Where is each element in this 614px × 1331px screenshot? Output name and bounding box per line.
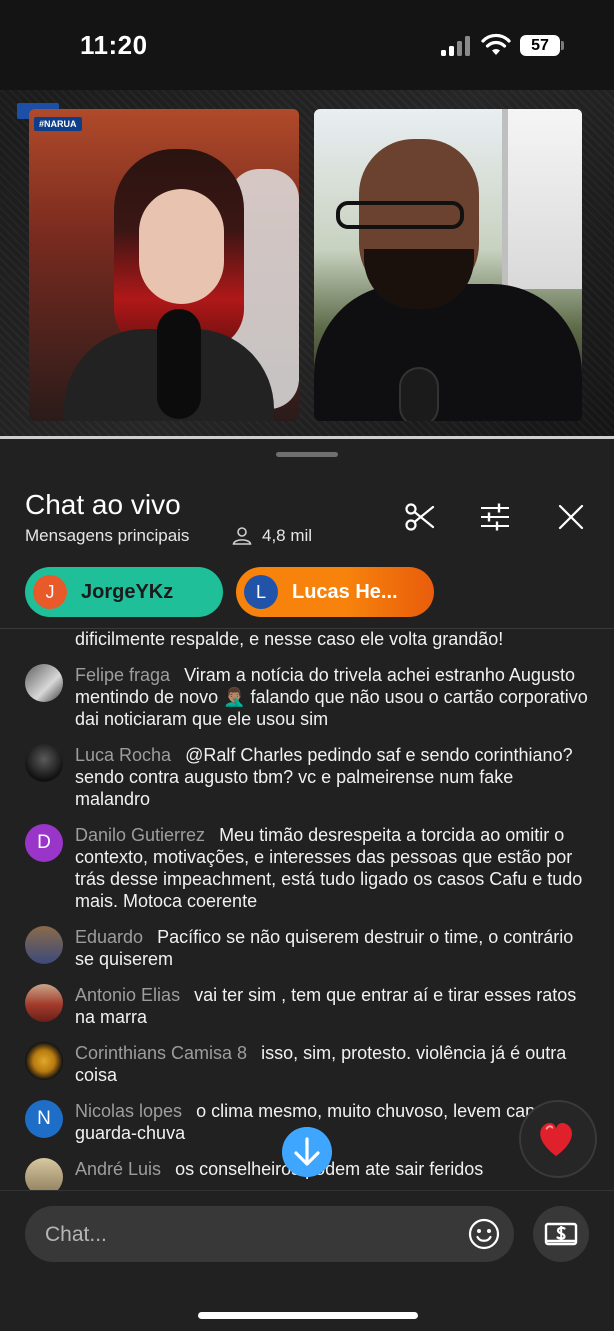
- heart-icon: [540, 1123, 572, 1157]
- dollar-icon: [544, 1222, 578, 1246]
- divider: [0, 1190, 614, 1191]
- super-chat-button[interactable]: [533, 1206, 589, 1262]
- person-icon: [232, 527, 252, 545]
- chat-filter-label[interactable]: Mensagens principais: [25, 526, 189, 546]
- status-bar: 11:20 57: [0, 0, 614, 90]
- avatar: J: [33, 575, 67, 609]
- chat-title: Chat ao vivo: [25, 489, 181, 520]
- drag-handle[interactable]: [276, 452, 338, 457]
- message-text: Luca Rocha @Ralf Charles pedindo saf e se…: [75, 744, 590, 810]
- message-text: Felipe fraga Viram a notícia do trivela a…: [75, 664, 590, 730]
- avatar[interactable]: [25, 1042, 63, 1080]
- message-author[interactable]: Luca Rocha: [75, 745, 171, 765]
- chip-username: Lucas He...: [292, 580, 398, 603]
- message-author[interactable]: Corinthians Camisa 8: [75, 1043, 247, 1063]
- scissors-icon[interactable]: [404, 501, 436, 533]
- avatar[interactable]: [25, 744, 63, 782]
- heart-reaction-button[interactable]: [519, 1100, 597, 1178]
- video-feed-right: [314, 109, 582, 421]
- message-text: Antonio Elias vai ter sim , tem que entra…: [75, 984, 590, 1028]
- avatar[interactable]: [25, 984, 63, 1022]
- signal-icon: [441, 36, 471, 56]
- message-text: dificilmente respalde, e nesse caso ele …: [75, 629, 504, 649]
- wifi-icon: [481, 33, 511, 55]
- battery-tip: [561, 41, 564, 50]
- viewer-count: 4,8 mil: [262, 526, 313, 545]
- message-text: Corinthians Camisa 8 isso, sim, protesto.…: [75, 1042, 590, 1086]
- chip-username: JorgeYKz: [81, 580, 174, 603]
- pinned-user-chip[interactable]: L Lucas He...: [236, 567, 434, 617]
- message-text: André Luis os conselheiros podem ate sair…: [75, 1158, 590, 1180]
- chat-panel: Chat ao vivo Mensagens principais 4,8 mi…: [0, 439, 614, 1331]
- avatar[interactable]: [25, 1158, 63, 1190]
- message-author[interactable]: Danilo Gutierrez: [75, 825, 205, 845]
- avatar[interactable]: D: [25, 824, 63, 862]
- close-icon[interactable]: [555, 501, 587, 533]
- status-time: 11:20: [80, 30, 148, 60]
- avatar[interactable]: [25, 664, 63, 702]
- message-author[interactable]: André Luis: [75, 1159, 161, 1179]
- message-text: Eduardo Pacífico se não quiserem destruir…: [75, 926, 590, 970]
- message-author[interactable]: Antonio Elias: [75, 985, 180, 1005]
- scroll-to-bottom-button[interactable]: [282, 1127, 332, 1177]
- message-text: Nicolas lopes o clima mesmo, muito chuvos…: [75, 1100, 590, 1144]
- live-video[interactable]: #NARUA: [0, 90, 614, 438]
- message-author[interactable]: Felipe fraga: [75, 665, 170, 685]
- chat-input[interactable]: Chat...: [25, 1206, 514, 1262]
- battery-indicator: 57: [520, 35, 560, 56]
- home-indicator: [198, 1312, 418, 1319]
- avatar[interactable]: N: [25, 1100, 63, 1138]
- pinned-user-chip[interactable]: J JorgeYKz: [25, 567, 223, 617]
- settings-sliders-icon[interactable]: [479, 501, 511, 533]
- avatar: L: [244, 575, 278, 609]
- video-feed-left: [29, 109, 299, 421]
- message-body: Pacífico se não quiserem destruir o time…: [75, 927, 574, 969]
- emoji-icon[interactable]: [468, 1218, 500, 1250]
- message-author[interactable]: Nicolas lopes: [75, 1101, 182, 1121]
- message-text: Danilo Gutierrez Meu timão desrespeita a …: [75, 824, 590, 912]
- video-tag: #NARUA: [34, 117, 82, 131]
- message-author[interactable]: Eduardo: [75, 927, 143, 947]
- chat-input-placeholder: Chat...: [45, 1223, 107, 1246]
- avatar[interactable]: [25, 926, 63, 964]
